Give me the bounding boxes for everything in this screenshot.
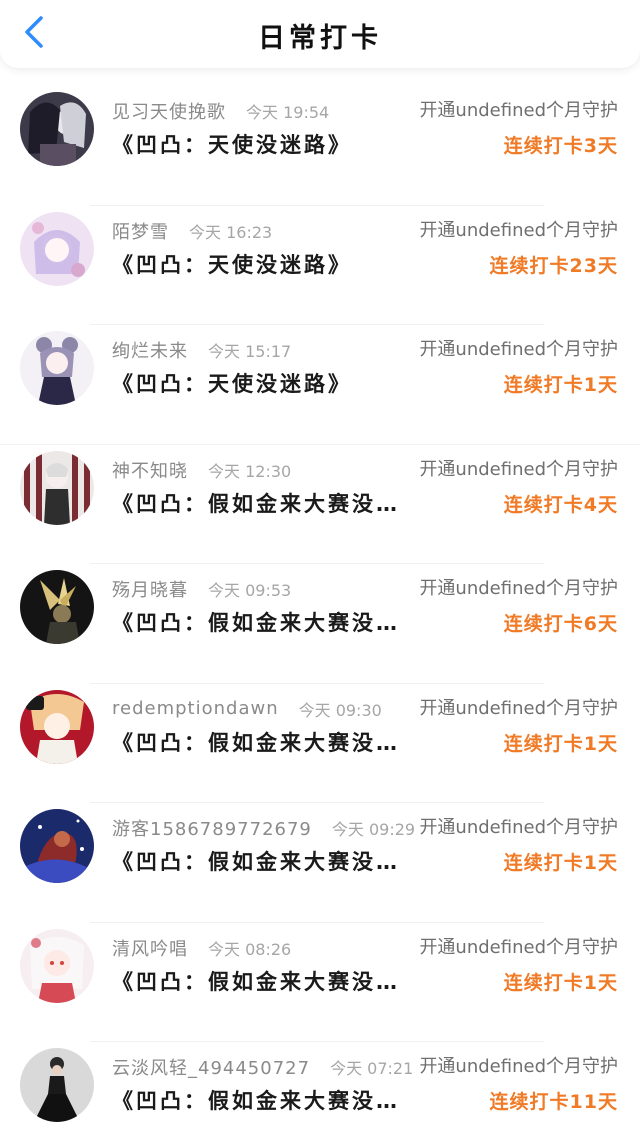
work-title[interactable]: 《凹凸：天使没迷路》 [112, 250, 412, 280]
work-title[interactable]: 《凹凸：假如金来大赛没… [112, 608, 412, 638]
list-item[interactable]: 清风吟唱 今天 08:26 开通undefined个月守护 《凹凸：假如金来大赛… [0, 923, 640, 1042]
username[interactable]: 绚烂未来 [112, 337, 188, 363]
list-item[interactable]: 游客1586789772679 今天 09:29 开通undefined个月守护… [0, 803, 640, 923]
avatar[interactable] [20, 211, 94, 286]
list-item[interactable]: 云淡风轻_494450727 今天 07:21 开通undefined个月守护 … [0, 1042, 640, 1142]
avatar[interactable] [20, 331, 94, 405]
membership-status: 开通undefined个月守护 [419, 578, 618, 599]
membership-status: 开通undefined个月守护 [419, 936, 618, 958]
membership-status: 开通undefined个月守护 [419, 219, 618, 241]
username[interactable]: 清风吟唱 [112, 935, 188, 961]
streak-badge: 连续打卡3天 [503, 135, 618, 157]
avatar[interactable] [20, 928, 94, 1003]
checkin-time: 今天 19:54 [246, 103, 330, 122]
streak-badge: 连续打卡1天 [503, 374, 618, 396]
streak-badge: 连续打卡1天 [503, 971, 618, 994]
work-title[interactable]: 《凹凸：假如金来大赛没… [112, 489, 412, 519]
streak-badge: 连续打卡1天 [503, 852, 618, 874]
list-item[interactable]: 殇月晓暮 今天 09:53 开通undefined个月守护 《凹凸：假如金来大赛… [0, 564, 640, 684]
checkin-time: 今天 12:30 [208, 461, 292, 481]
avatar[interactable] [20, 809, 94, 883]
list-item[interactable]: 神不知晓 今天 12:30 开通undefined个月守护 《凹凸：假如金来大赛… [0, 445, 640, 564]
membership-status: 开通undefined个月守护 [419, 1056, 618, 1077]
avatar[interactable] [20, 570, 94, 644]
streak-badge: 连续打卡1天 [503, 732, 618, 755]
avatar[interactable] [20, 450, 94, 525]
username[interactable]: 见习天使挽歌 [112, 98, 226, 124]
username[interactable]: redemptiondawn [112, 698, 279, 719]
work-title[interactable]: 《凹凸：假如金来大赛没… [112, 1086, 412, 1116]
username[interactable]: 神不知晓 [112, 457, 188, 483]
membership-status: 开通undefined个月守护 [419, 697, 618, 719]
work-title[interactable]: 《凹凸：天使没迷路》 [112, 369, 412, 399]
username[interactable]: 云淡风轻_494450727 [112, 1054, 310, 1080]
avatar[interactable] [20, 1048, 94, 1122]
top-bar: 日常打卡 [0, 0, 640, 68]
avatar[interactable] [20, 92, 94, 166]
checkin-time: 今天 07:21 [330, 1059, 414, 1078]
username[interactable]: 游客1586789772679 [112, 815, 312, 841]
streak-badge: 连续打卡11天 [489, 1091, 618, 1113]
checkin-list: 见习天使挽歌 今天 19:54 开通undefined个月守护 《凹凸：天使没迷… [0, 86, 640, 1142]
membership-status: 开通undefined个月守护 [419, 339, 618, 360]
username[interactable]: 陌梦雪 [112, 218, 169, 244]
page-title: 日常打卡 [258, 23, 382, 54]
checkin-time: 今天 09:30 [298, 700, 382, 720]
membership-status: 开通undefined个月守护 [419, 100, 618, 121]
list-item[interactable]: 陌梦雪 今天 16:23 开通undefined个月守护 《凹凸：天使没迷路》 … [0, 206, 640, 325]
list-item[interactable]: redemptiondawn 今天 09:30 开通undefined个月守护 … [0, 684, 640, 803]
checkin-time: 今天 09:29 [331, 820, 416, 839]
checkin-time: 今天 08:26 [208, 939, 292, 959]
work-title[interactable]: 《凹凸：天使没迷路》 [112, 130, 412, 160]
work-title[interactable]: 《凹凸：假如金来大赛没… [112, 967, 412, 997]
checkin-time: 今天 15:17 [208, 342, 292, 361]
avatar[interactable] [20, 689, 94, 764]
username[interactable]: 殇月晓暮 [112, 576, 188, 602]
work-title[interactable]: 《凹凸：假如金来大赛没… [112, 847, 412, 877]
checkin-time: 今天 09:53 [208, 581, 292, 600]
checkin-time: 今天 16:23 [189, 222, 273, 242]
streak-badge: 连续打卡6天 [503, 613, 618, 635]
list-item[interactable]: 绚烂未来 今天 15:17 开通undefined个月守护 《凹凸：天使没迷路》… [0, 325, 640, 445]
membership-status: 开通undefined个月守护 [419, 817, 618, 838]
list-item[interactable]: 见习天使挽歌 今天 19:54 开通undefined个月守护 《凹凸：天使没迷… [0, 86, 640, 206]
streak-badge: 连续打卡4天 [503, 493, 618, 516]
work-title[interactable]: 《凹凸：假如金来大赛没… [112, 728, 412, 758]
streak-badge: 连续打卡23天 [489, 254, 618, 277]
membership-status: 开通undefined个月守护 [419, 458, 618, 480]
